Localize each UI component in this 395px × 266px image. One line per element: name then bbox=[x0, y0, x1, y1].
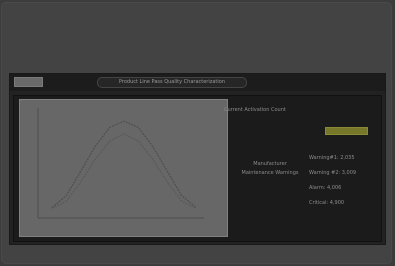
legend-value: Warning#1: 2,035 bbox=[309, 155, 355, 161]
legend-title: Manufacturer Maintenance Warnings bbox=[241, 161, 299, 176]
chart-panel bbox=[19, 99, 228, 237]
legend-value: Warning #2: 3,009 bbox=[309, 170, 357, 176]
status-label: Current Activation Count bbox=[224, 107, 286, 113]
legend-value: Critical: 4,900 bbox=[309, 200, 345, 206]
window-title: Product Line Pass Quality Characterizati… bbox=[97, 77, 247, 88]
title-bar: Product Line Pass Quality Characterizati… bbox=[10, 74, 385, 91]
menu-button[interactable] bbox=[14, 77, 43, 87]
legend-value: Alarm: 4,006 bbox=[309, 185, 342, 191]
series-line bbox=[51, 133, 197, 209]
status-indicator bbox=[325, 127, 368, 135]
legend-values: Warning#1: 2,035 Warning #2: 3,009 Alarm… bbox=[309, 154, 375, 214]
chart-plot bbox=[37, 108, 204, 219]
